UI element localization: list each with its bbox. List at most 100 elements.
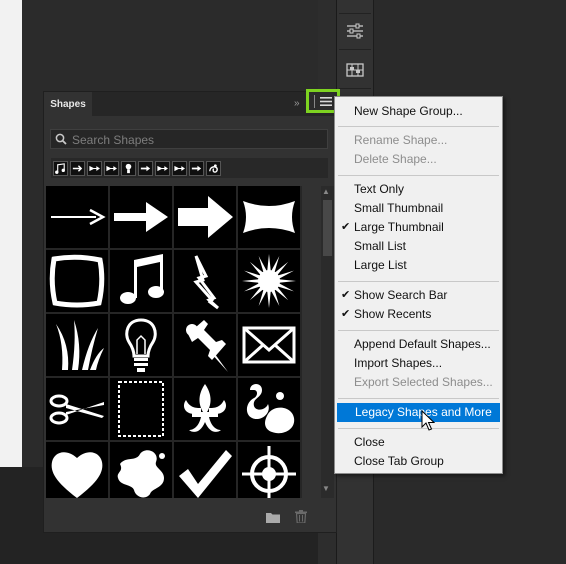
fleur-de-lis-icon (183, 384, 227, 432)
shape-ornament[interactable] (238, 378, 300, 440)
search-shapes-input[interactable]: Search Shapes (50, 129, 328, 149)
recent-shape[interactable] (121, 160, 136, 176)
scrollbar-thumb[interactable] (323, 200, 332, 256)
shape-target[interactable] (238, 442, 300, 498)
panel-footer (44, 502, 336, 532)
search-icon (55, 133, 67, 145)
menu-item-delete-shape: Delete Shape... (336, 150, 501, 169)
arrow-icon (114, 202, 168, 232)
dock-divider (339, 13, 371, 14)
shape-arrow[interactable] (110, 186, 172, 248)
menu-item-new-shape-group[interactable]: New Shape Group... (336, 102, 501, 121)
bow-arrow-icon (106, 165, 117, 171)
divider (314, 95, 315, 108)
tab-shapes[interactable]: Shapes (44, 92, 92, 116)
scissors-icon (49, 394, 104, 425)
menu-item-small-list[interactable]: Small List (336, 237, 501, 256)
grass-icon (56, 320, 104, 370)
menu-item-text-only[interactable]: Text Only (336, 180, 501, 199)
lightning-icon (193, 255, 219, 310)
shape-lightbulb[interactable] (110, 314, 172, 376)
menu-separator (338, 281, 499, 282)
menu-item-label: Large List (354, 258, 407, 272)
adjustments-button[interactable] (339, 54, 371, 86)
menu-separator (338, 126, 499, 127)
scroll-up-icon[interactable]: ▲ (322, 187, 330, 196)
envelope-icon (242, 326, 296, 364)
shape-grass[interactable] (46, 314, 108, 376)
menu-item-label: Rename Shape... (354, 133, 448, 147)
collapse-panel-icon[interactable]: » (294, 98, 300, 109)
arrow-right-icon (140, 165, 151, 171)
shape-push-pin[interactable] (174, 314, 236, 376)
menu-item-label: Delete Shape... (354, 152, 437, 166)
tab-label: Shapes (50, 98, 86, 110)
shape-music-notes[interactable] (110, 250, 172, 312)
menu-item-label: Large Thumbnail (354, 220, 444, 234)
recent-shape[interactable] (53, 160, 68, 176)
panel-tab-bar: Shapes » (44, 89, 340, 116)
menu-item-label: Close (354, 435, 385, 449)
shape-bold-arrow[interactable] (174, 186, 236, 248)
properties-button[interactable] (339, 15, 371, 47)
search-placeholder: Search Shapes (72, 133, 155, 147)
menu-item-show-recents[interactable]: ✔ Show Recents (336, 305, 501, 324)
shapes-scrollbar[interactable]: ▲ ▼ (321, 186, 334, 498)
menu-item-small-thumbnail[interactable]: Small Thumbnail (336, 199, 501, 218)
menu-item-large-list[interactable]: Large List (336, 256, 501, 275)
recent-shape[interactable] (104, 160, 119, 176)
target-icon (242, 446, 296, 498)
banner-icon (243, 201, 295, 233)
push-pin-icon (186, 320, 228, 372)
music-note-icon (55, 162, 65, 174)
menu-item-label: Close Tab Group (354, 454, 444, 468)
menu-item-label: Export Selected Shapes... (354, 375, 493, 389)
menu-item-label: Append Default Shapes... (354, 337, 491, 351)
shape-checkmark[interactable] (174, 442, 236, 498)
shape-scissors[interactable] (46, 378, 108, 440)
shapes-grid (46, 186, 302, 498)
shape-thin-arrow[interactable] (46, 186, 108, 248)
bow-arrow-icon (157, 165, 168, 171)
menu-item-append-default-shapes[interactable]: Append Default Shapes... (336, 335, 501, 354)
menu-item-label: Import Shapes... (354, 356, 443, 370)
trash-icon[interactable] (295, 510, 307, 528)
menu-item-label: Small Thumbnail (354, 201, 444, 215)
dock-divider (339, 88, 371, 89)
recent-shape[interactable] (87, 160, 102, 176)
scroll-down-icon[interactable]: ▼ (322, 484, 330, 493)
arrow-right-icon (191, 165, 202, 171)
menu-item-export-selected-shapes: Export Selected Shapes... (336, 373, 501, 392)
menu-item-large-thumbnail[interactable]: ✔ Large Thumbnail (336, 218, 501, 237)
shape-frame[interactable] (46, 250, 108, 312)
sliders-icon (347, 23, 363, 39)
shape-fleur-de-lis[interactable] (174, 378, 236, 440)
menu-separator (338, 428, 499, 429)
menu-item-close[interactable]: Close (336, 433, 501, 452)
thin-arrow-icon (51, 208, 106, 226)
shape-splat[interactable] (110, 442, 172, 498)
menu-separator (338, 330, 499, 331)
shape-stamp-frame[interactable] (110, 378, 172, 440)
recent-shape[interactable] (189, 160, 204, 176)
new-group-folder-icon[interactable] (266, 510, 280, 528)
splat-icon (117, 450, 165, 498)
shape-lightning[interactable] (174, 250, 236, 312)
shape-heart[interactable] (46, 442, 108, 498)
menu-item-close-tab-group[interactable]: Close Tab Group (336, 452, 501, 471)
shape-envelope[interactable] (238, 314, 300, 376)
recent-shape[interactable] (155, 160, 170, 176)
recent-shape[interactable] (138, 160, 153, 176)
menu-item-label: New Shape Group... (354, 104, 463, 118)
shapes-panel: Shapes » Search Shapes ▲ ▼ (43, 89, 340, 533)
menu-item-legacy-shapes-and-more[interactable]: Legacy Shapes and More (337, 403, 500, 422)
recent-shape[interactable] (206, 160, 221, 176)
menu-item-show-search-bar[interactable]: ✔ Show Search Bar (336, 286, 501, 305)
hamburger-menu-icon (320, 96, 332, 106)
shape-sun-burst[interactable] (238, 250, 300, 312)
dock-divider (339, 49, 371, 50)
recent-shape[interactable] (70, 160, 85, 176)
recent-shape[interactable] (172, 160, 187, 176)
shape-banner[interactable] (238, 186, 300, 248)
menu-item-import-shapes[interactable]: Import Shapes... (336, 354, 501, 373)
